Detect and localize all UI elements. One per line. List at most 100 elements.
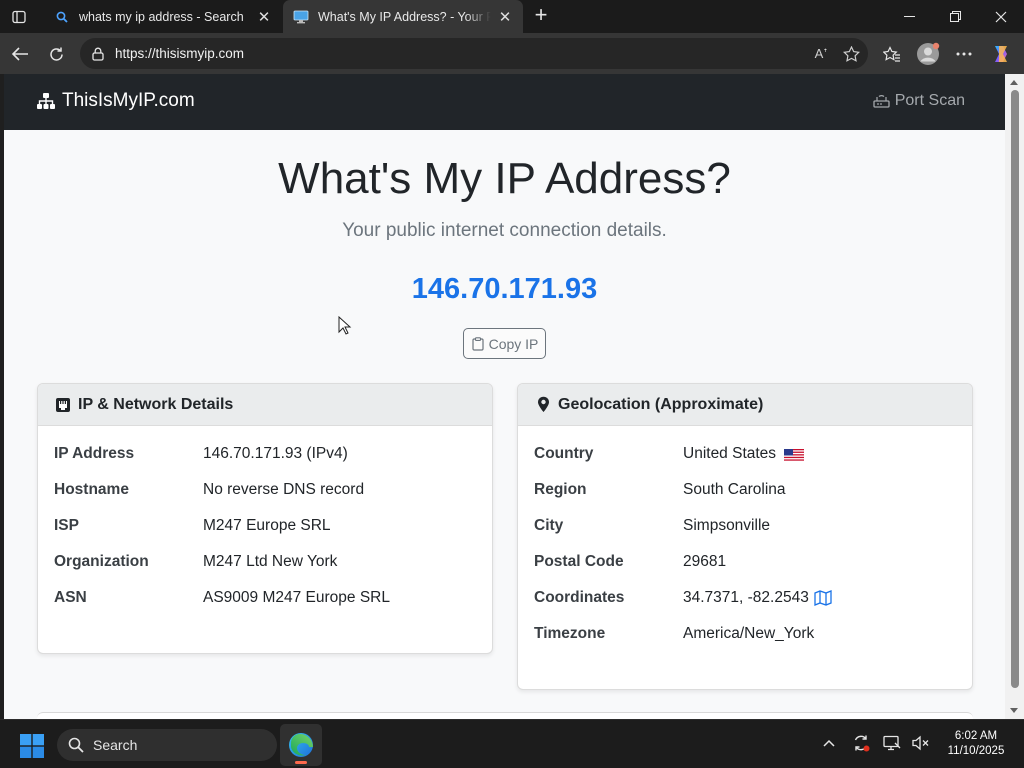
field-value: AS9009 M247 Europe SRL [203,589,390,606]
field-label: Country [534,445,594,462]
favorites-icon[interactable] [879,41,905,67]
field-label: Region [534,481,587,498]
field-value: South Carolina [683,481,786,498]
show-hidden-icons-chevron-icon[interactable] [818,732,840,754]
field-label: Timezone [534,625,606,642]
row-asn: ASN AS9009 M247 Europe SRL [38,580,492,616]
field-label: Organization [54,553,149,570]
address-bar[interactable]: https://thisismyip.com Aꜛ [80,38,868,69]
nav-port-scan-label: Port Scan [894,92,965,109]
taskbar-search-box[interactable]: Search [57,729,277,761]
clipboard-icon [471,336,485,351]
geolocation-card: Geolocation (Approximate) Country United… [517,383,973,690]
search-icon [67,736,85,754]
network-card-header: IP & Network Details [38,384,492,426]
field-label: Postal Code [534,553,624,570]
field-value: M247 Europe SRL [203,517,331,534]
network-details-card: IP & Network Details IP Address 146.70.17… [37,383,493,654]
close-tab-icon[interactable]: ✕ [497,9,513,26]
taskbar-edge-app[interactable] [280,724,322,766]
tab-title: whats my ip address - Search [79,9,244,24]
row-country: Country United States [518,436,972,472]
page-subtitle: Your public internet connection details. [342,220,667,241]
field-value: Simpsonville [683,517,771,534]
geo-card-header: Geolocation (Approximate) [518,384,972,426]
site-brand-text: ThisIsMyIP.com [62,90,195,111]
active-app-indicator [295,761,307,764]
field-value: United States [683,445,777,462]
scroll-down-arrow-icon[interactable] [1010,708,1018,713]
copilot-icon[interactable] [988,41,1014,67]
network-card-title: IP & Network Details [78,395,234,413]
browser-toolbar: https://thisismyip.com Aꜛ [0,33,1024,74]
scrollbar-thumb[interactable] [1011,90,1019,688]
field-label: Hostname [54,481,129,498]
row-organization: Organization M247 Ltd New York [38,544,492,580]
ethernet-icon [54,396,72,414]
field-value: 29681 [683,553,727,570]
row-city: City Simpsonville [518,508,972,544]
geo-card-title: Geolocation (Approximate) [558,395,764,413]
field-label: Coordinates [534,589,625,606]
copy-ip-label: Copy IP [488,335,539,352]
close-window-icon[interactable] [978,0,1024,33]
restore-icon[interactable] [932,0,978,33]
scroll-up-arrow-icon[interactable] [1010,80,1018,85]
map-pin-icon [534,396,552,414]
profile-avatar-icon[interactable] [915,41,941,67]
mouse-cursor-icon [338,316,352,335]
field-value: No reverse DNS record [203,481,365,498]
field-label: ASN [54,589,87,606]
next-card-edge [37,712,973,719]
tab-search[interactable]: whats my ip address - Search ✕ [44,0,282,33]
new-tab-button[interactable]: + [529,4,553,28]
field-value: M247 Ltd New York [203,553,338,570]
tab-actions-icon[interactable] [8,6,30,28]
coordinates-value-wrap: 34.7371, -82.2543 [683,589,832,607]
minimize-icon[interactable] [886,0,932,33]
favorite-star-icon[interactable] [838,41,864,67]
router-icon [873,92,891,110]
refresh-icon[interactable] [43,41,69,67]
public-ip-address: 146.70.171.93 [411,273,598,305]
volume-muted-icon[interactable] [909,732,931,754]
clock-time: 6:02 AM [954,730,998,742]
field-label: IP Address [54,445,135,462]
country-value-wrap: United States [683,445,805,463]
map-icon[interactable] [814,590,832,606]
close-tab-icon[interactable]: ✕ [256,9,272,26]
nav-port-scan-link[interactable]: Port Scan [873,92,965,110]
sync-update-icon[interactable] [850,732,872,754]
windows-start-icon[interactable] [20,734,44,758]
site-brand-link[interactable]: ThisIsMyIP.com [36,90,195,112]
row-region: Region South Carolina [518,472,972,508]
display-projection-icon[interactable] [881,732,903,754]
url-text[interactable]: https://thisismyip.com [115,46,808,61]
network-tree-icon [36,91,56,111]
lock-icon[interactable] [90,46,106,62]
system-clock[interactable]: 6:02 AM 11/10/2025 [941,729,1011,759]
back-arrow-icon[interactable] [7,41,33,67]
row-isp: ISP M247 Europe SRL [38,508,492,544]
copy-ip-button[interactable]: Copy IP [463,328,546,359]
page-viewport: ThisIsMyIP.com Port Scan What's My IP Ad… [4,74,1005,719]
search-icon [54,9,70,25]
clock-date: 11/10/2025 [947,745,1005,757]
field-label: ISP [54,517,79,534]
site-navbar: ThisIsMyIP.com Port Scan [4,74,1005,130]
row-timezone: Timezone America/New_York [518,616,972,652]
read-aloud-icon[interactable]: Aꜛ [808,41,834,67]
row-postal-code: Postal Code 29681 [518,544,972,580]
monitor-icon [293,9,309,25]
row-hostname: Hostname No reverse DNS record [38,472,492,508]
taskbar-search-label: Search [93,737,138,753]
field-value: 34.7371, -82.2543 [683,589,809,606]
more-menu-icon[interactable] [951,41,977,67]
page-scrollbar[interactable] [1005,74,1024,719]
edge-browser-icon [289,733,313,757]
row-coordinates: Coordinates 34.7371, -82.2543 [518,580,972,616]
field-label: City [534,517,564,534]
page-title: What's My IP Address? [278,154,731,203]
tab-active-thisismyip[interactable]: What's My IP Address? - Your Public IP ✕ [283,0,523,33]
field-value: America/New_York [683,625,815,642]
